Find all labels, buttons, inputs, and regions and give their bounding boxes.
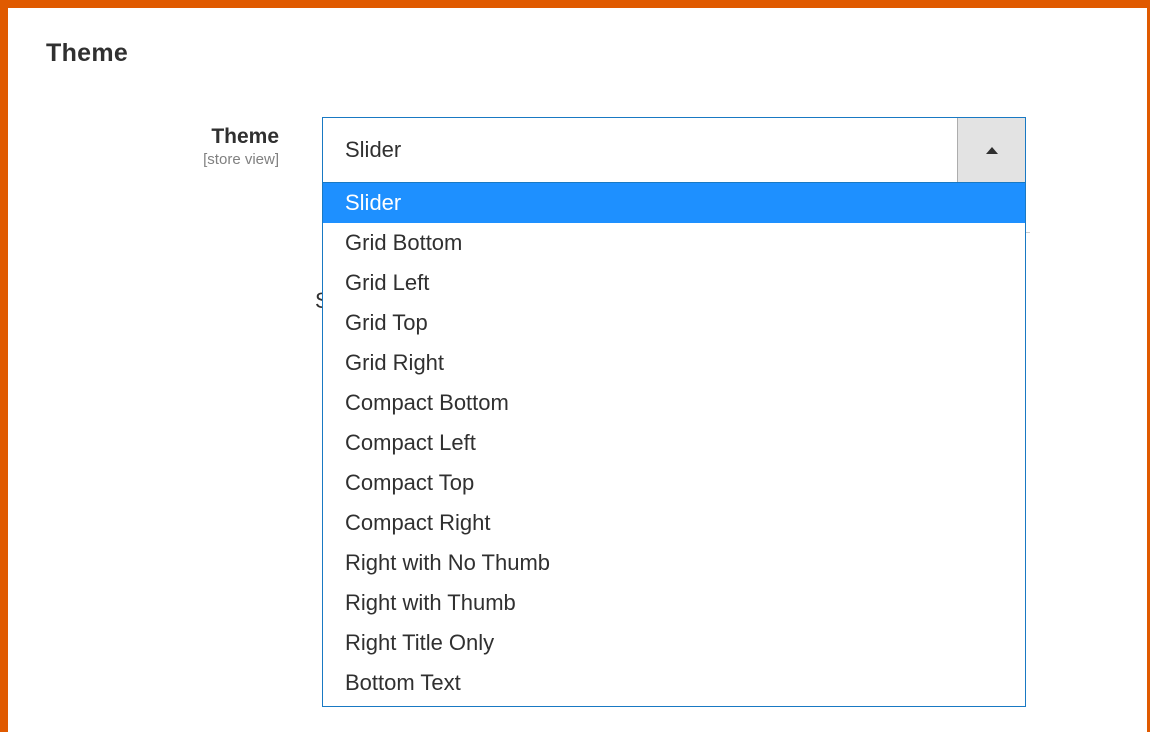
dropdown-option[interactable]: Grid Top xyxy=(323,303,1025,343)
dropdown-option[interactable]: Compact Top xyxy=(323,463,1025,503)
dropdown-option[interactable]: Slider xyxy=(323,183,1025,223)
section-title: Theme xyxy=(46,39,129,67)
field-label: Theme [store view] xyxy=(79,124,279,170)
triangle-up-icon xyxy=(985,146,998,154)
theme-dropdown-list: Slider Grid Bottom Grid Left Grid Top Grid R… xyxy=(322,183,1026,707)
config-panel: Theme Theme [store view] S Slider Slider… xyxy=(0,0,1150,732)
dropdown-option[interactable]: Grid Bottom xyxy=(323,223,1025,263)
dropdown-option[interactable]: Grid Left xyxy=(323,263,1025,303)
dropdown-option[interactable]: Grid Right xyxy=(323,343,1025,383)
dropdown-option[interactable]: Right Title Only xyxy=(323,623,1025,663)
dropdown-option[interactable]: Right with Thumb xyxy=(323,583,1025,623)
dropdown-option[interactable]: Compact Bottom xyxy=(323,383,1025,423)
theme-select-value: Slider xyxy=(345,137,402,162)
field-label-title: Theme xyxy=(211,125,279,148)
dropdown-option[interactable]: Compact Right xyxy=(323,503,1025,543)
dropdown-option[interactable]: Compact Left xyxy=(323,423,1025,463)
obscured-divider xyxy=(1026,232,1030,233)
theme-select[interactable]: Slider xyxy=(322,117,1026,183)
theme-select-toggle-button[interactable] xyxy=(957,118,1025,182)
obscured-text: S xyxy=(315,289,322,313)
field-scope-label: [store view] xyxy=(203,151,279,168)
dropdown-option[interactable]: Right with No Thumb xyxy=(323,543,1025,583)
dropdown-option[interactable]: Bottom Text xyxy=(323,663,1025,703)
